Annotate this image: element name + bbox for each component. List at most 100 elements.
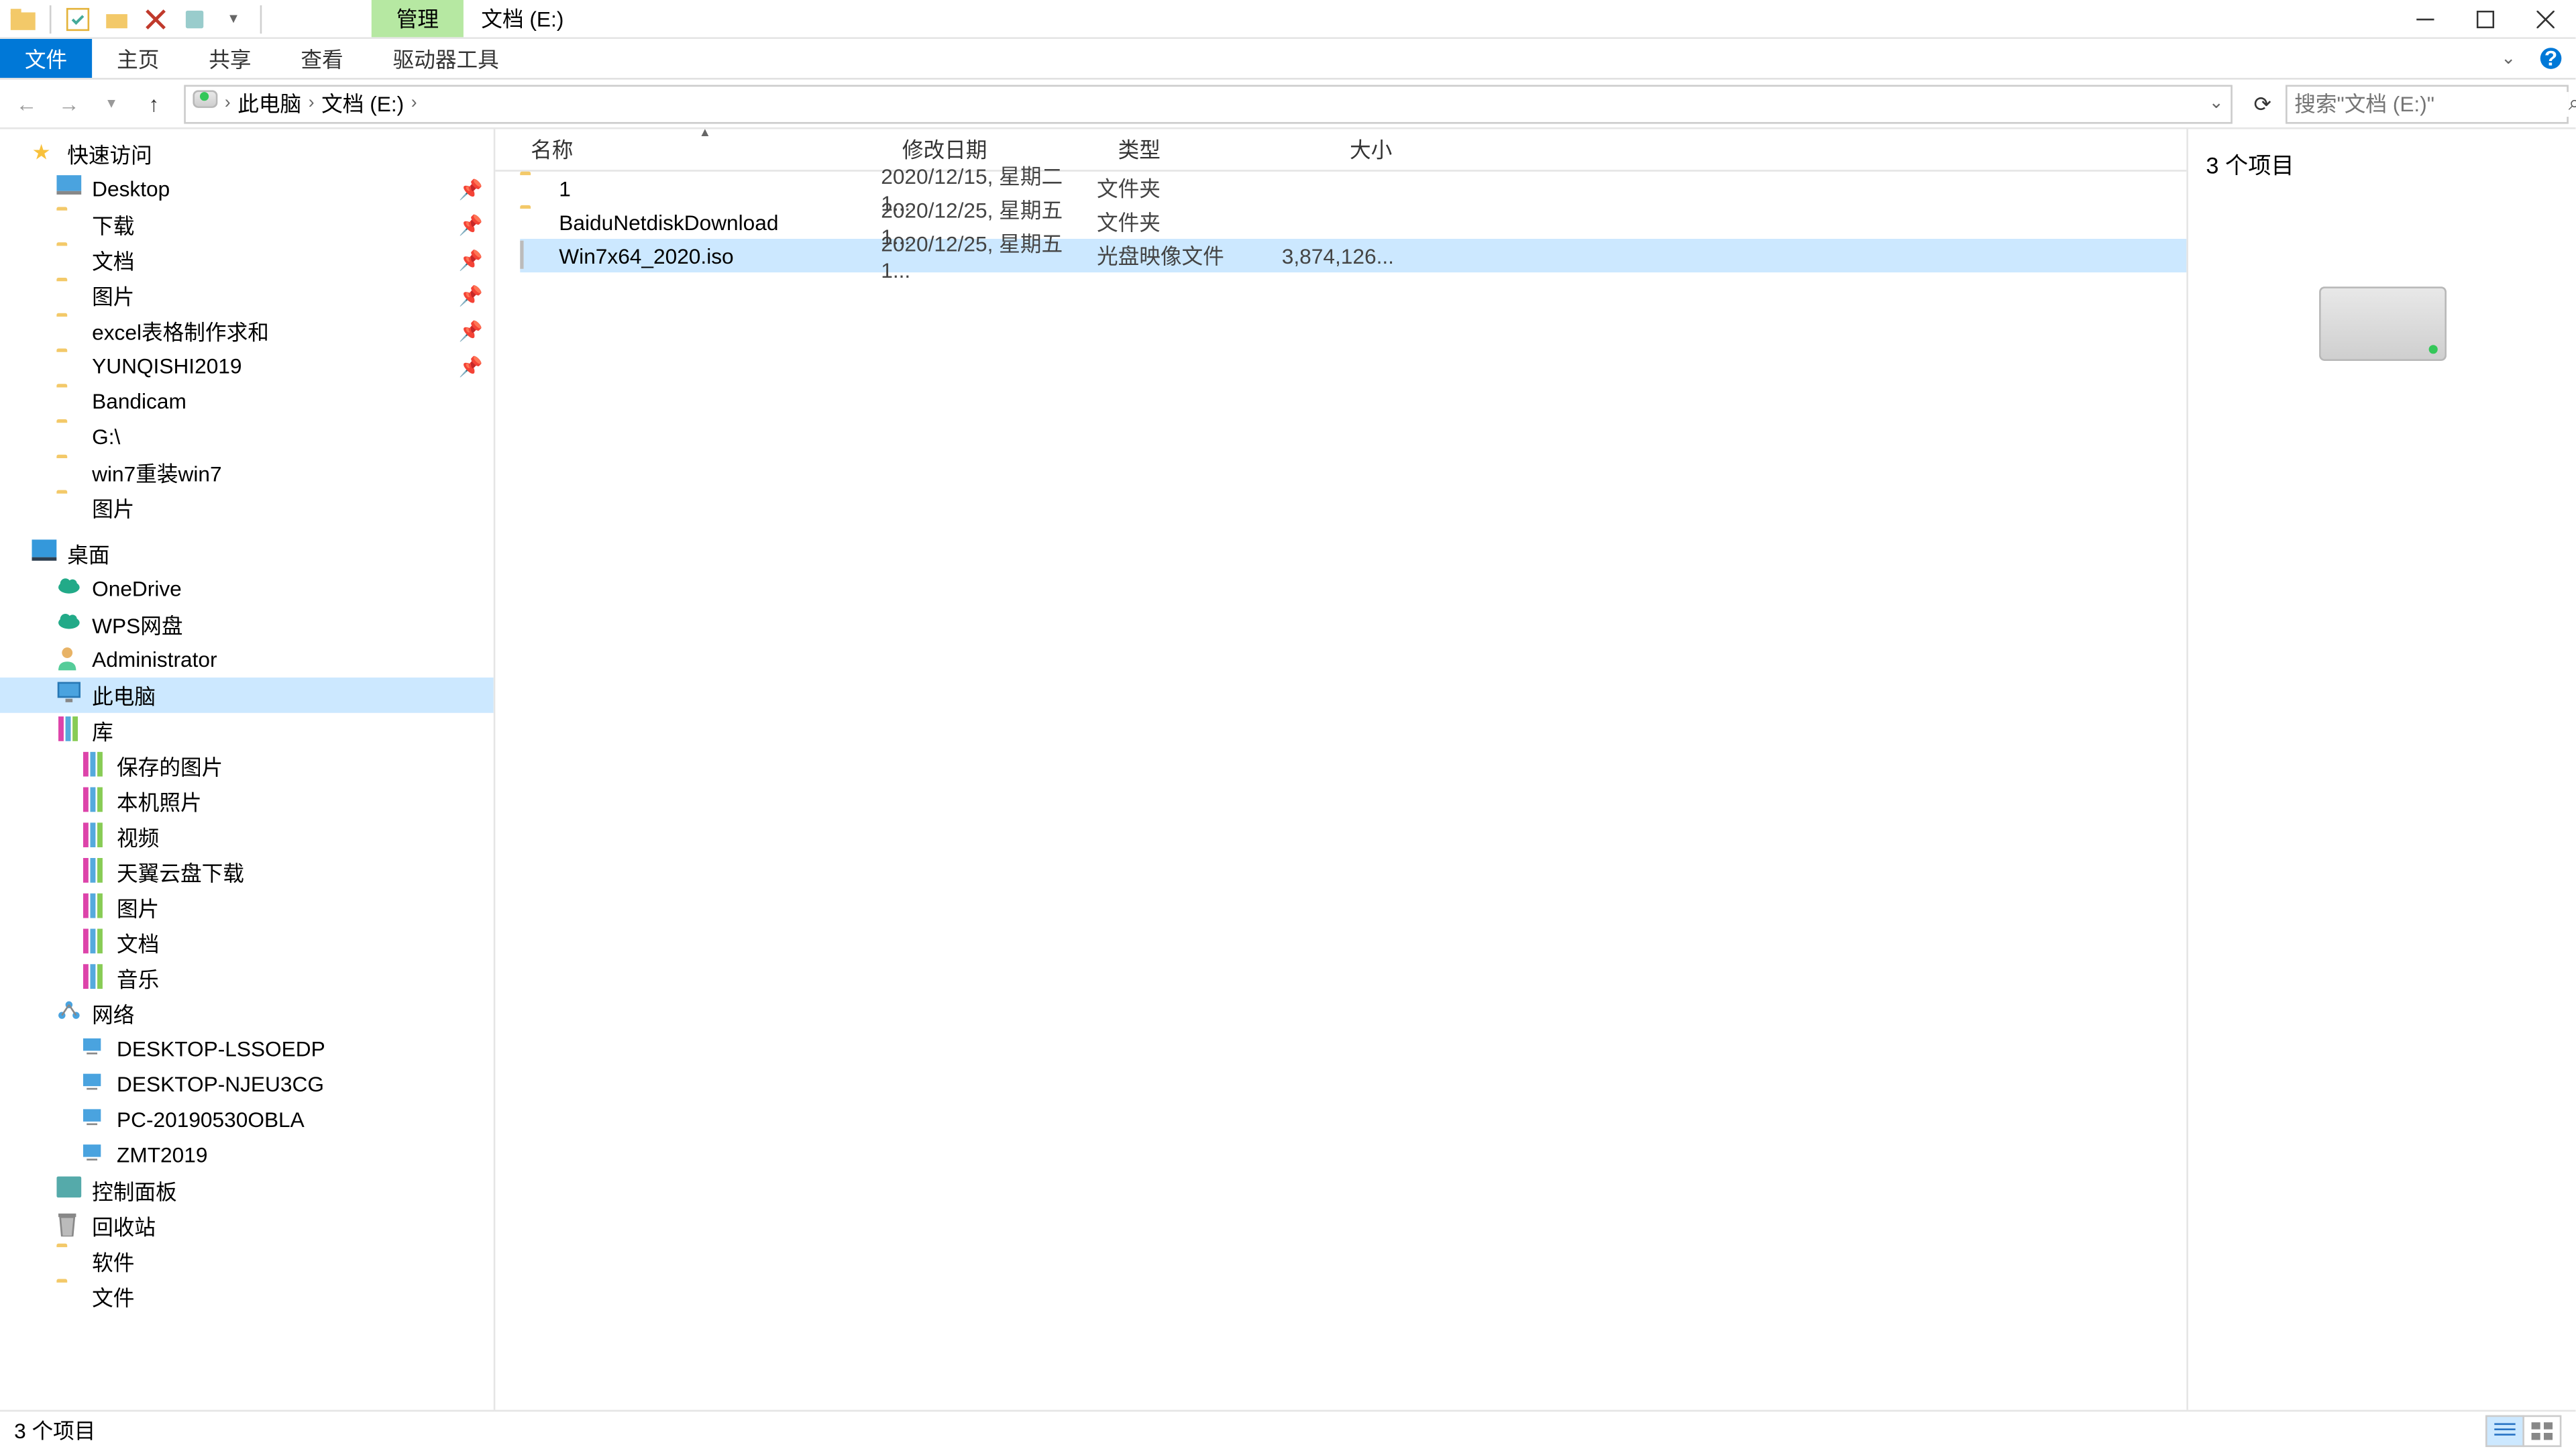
tree-item[interactable]: 天翼云盘下载 bbox=[0, 855, 494, 890]
columns-header: 名称 ▲ 修改日期 类型 大小 bbox=[495, 129, 2186, 172]
column-header-name[interactable]: 名称 ▲ bbox=[520, 129, 892, 170]
folder-icon bbox=[520, 208, 548, 236]
maximize-button[interactable] bbox=[2455, 0, 2516, 38]
details-view-button[interactable] bbox=[2485, 1414, 2524, 1446]
tree-item[interactable]: 文档 📌 bbox=[0, 242, 494, 278]
column-header-size[interactable]: 大小 bbox=[1281, 129, 1405, 170]
tree-quick-access[interactable]: ★ 快速访问 bbox=[0, 136, 494, 172]
tree-item[interactable]: 音乐 bbox=[0, 961, 494, 996]
back-button[interactable]: ← bbox=[7, 84, 46, 123]
delete-icon[interactable] bbox=[140, 3, 171, 34]
tree-item[interactable]: 回收站 bbox=[0, 1208, 494, 1244]
tree-label: 控制面板 bbox=[92, 1175, 483, 1205]
search-input[interactable] bbox=[2294, 91, 2569, 116]
file-name: 1 bbox=[559, 176, 571, 201]
svg-text:?: ? bbox=[2544, 46, 2557, 70]
refresh-button[interactable]: ⟳ bbox=[2243, 84, 2282, 123]
quick-access-toolbar: ▾ bbox=[0, 3, 266, 34]
rename-icon[interactable] bbox=[178, 3, 210, 34]
computer-icon bbox=[81, 1106, 109, 1134]
tree-item[interactable]: 保存的图片 bbox=[0, 748, 494, 784]
tree-item[interactable]: 下载 📌 bbox=[0, 207, 494, 243]
file-size: 3,874,126... bbox=[1270, 244, 1394, 268]
minimize-button[interactable] bbox=[2395, 0, 2455, 38]
tree-item[interactable]: DESKTOP-LSSOEDP bbox=[0, 1031, 494, 1067]
tree-label: Administrator bbox=[92, 647, 483, 672]
computer-icon bbox=[81, 1070, 109, 1098]
recent-dropdown[interactable]: ▾ bbox=[92, 84, 131, 123]
tree-item[interactable]: DESKTOP-NJEU3CG bbox=[0, 1067, 494, 1102]
properties-icon[interactable] bbox=[62, 3, 93, 34]
tree-item[interactable]: 本机照片 bbox=[0, 784, 494, 819]
breadcrumb-dropdown-icon[interactable]: ⌄ bbox=[2209, 94, 2224, 113]
ribbon-tab-home[interactable]: 主页 bbox=[92, 39, 184, 78]
tree-item[interactable]: G:\ bbox=[0, 419, 494, 455]
drive-thumbnail bbox=[2318, 286, 2446, 361]
library-icon bbox=[81, 822, 109, 851]
ribbon-tab-share[interactable]: 共享 bbox=[184, 39, 276, 78]
tree-item[interactable]: win7重装win7 bbox=[0, 455, 494, 490]
qat-dropdown-icon[interactable]: ▾ bbox=[217, 3, 249, 34]
window-controls bbox=[2395, 0, 2575, 38]
tree-item[interactable]: 文件 bbox=[0, 1279, 494, 1315]
file-row[interactable]: BaiduNetdiskDownload 2020/12/25, 星期五 1..… bbox=[520, 205, 2186, 239]
breadcrumb[interactable]: › 此电脑 › 文档 (E:) › ⌄ bbox=[184, 84, 2233, 123]
file-list[interactable]: 1 2020/12/15, 星期二 1... 文件夹 BaiduNetdiskD… bbox=[495, 172, 2186, 1410]
tree-item[interactable]: 此电脑 bbox=[0, 678, 494, 713]
forward-button[interactable]: → bbox=[50, 84, 89, 123]
help-icon[interactable]: ? bbox=[2526, 39, 2576, 78]
tree-item[interactable]: 图片 📌 bbox=[0, 278, 494, 313]
file-row[interactable]: 1 2020/12/15, 星期二 1... 文件夹 bbox=[520, 172, 2186, 205]
search-icon[interactable]: ⌕ bbox=[2569, 90, 2576, 117]
tree-item[interactable]: WPS网盘 bbox=[0, 606, 494, 642]
tree-network[interactable]: 网络 bbox=[0, 996, 494, 1032]
chevron-right-icon[interactable]: › bbox=[225, 94, 231, 113]
tree-label: 库 bbox=[92, 716, 483, 746]
tree-item[interactable]: 图片 bbox=[0, 890, 494, 925]
pin-icon: 📌 bbox=[459, 248, 483, 271]
close-button[interactable] bbox=[2516, 0, 2576, 38]
up-button[interactable]: ↑ bbox=[134, 84, 173, 123]
ribbon-tab-file[interactable]: 文件 bbox=[0, 39, 92, 78]
titlebar: ▾ 管理 文档 (E:) bbox=[0, 0, 2575, 39]
file-name-cell: BaiduNetdiskDownload bbox=[520, 208, 881, 236]
chevron-right-icon[interactable]: › bbox=[309, 94, 315, 113]
new-folder-icon[interactable] bbox=[101, 3, 132, 34]
tree-item[interactable]: 文档 bbox=[0, 925, 494, 961]
tree-item[interactable]: OneDrive bbox=[0, 572, 494, 607]
column-label: 名称 bbox=[531, 134, 573, 164]
chevron-right-icon[interactable]: › bbox=[411, 94, 417, 113]
tree-item[interactable]: PC-20190530OBLA bbox=[0, 1102, 494, 1138]
navigation-pane[interactable]: ★ 快速访问 Desktop 📌 下载 📌 文档 📌 图片 📌 excel表格制… bbox=[0, 129, 495, 1410]
tree-label: 桌面 bbox=[67, 539, 483, 569]
tree-item[interactable]: Administrator bbox=[0, 642, 494, 678]
tree-item[interactable]: YUNQISHI2019 📌 bbox=[0, 348, 494, 384]
column-header-type[interactable]: 类型 bbox=[1108, 129, 1281, 170]
tree-item[interactable]: excel表格制作求和 📌 bbox=[0, 313, 494, 349]
column-label: 大小 bbox=[1350, 134, 1392, 164]
tree-label: 软件 bbox=[92, 1246, 483, 1277]
app-icon bbox=[7, 3, 39, 34]
tree-item[interactable]: 控制面板 bbox=[0, 1173, 494, 1208]
file-row[interactable]: Win7x64_2020.iso 2020/12/25, 星期五 1... 光盘… bbox=[520, 239, 2186, 272]
tree-item[interactable]: 库 bbox=[0, 713, 494, 749]
breadcrumb-item[interactable]: 此电脑 bbox=[234, 89, 305, 119]
tree-item[interactable]: 软件 bbox=[0, 1244, 494, 1279]
tree-label: 此电脑 bbox=[92, 680, 483, 710]
tree-item[interactable]: 视频 bbox=[0, 819, 494, 855]
search-box[interactable]: ⌕ bbox=[2286, 84, 2569, 123]
titlebar-center: 管理 文档 (E:) bbox=[266, 0, 2396, 37]
thumbnails-view-button[interactable] bbox=[2522, 1414, 2561, 1446]
tree-item[interactable]: 图片 bbox=[0, 490, 494, 525]
tree-item[interactable]: Desktop 📌 bbox=[0, 172, 494, 207]
item-icon bbox=[56, 211, 85, 239]
breadcrumb-item[interactable]: 文档 (E:) bbox=[318, 89, 408, 119]
star-icon: ★ bbox=[32, 140, 60, 168]
ribbon-tab-view[interactable]: 查看 bbox=[276, 39, 368, 78]
ribbon-expand-icon[interactable]: ⌄ bbox=[2491, 39, 2526, 78]
ribbon-tab-drivetools[interactable]: 驱动器工具 bbox=[368, 39, 524, 78]
tree-item[interactable]: Bandicam bbox=[0, 384, 494, 419]
tree-item[interactable]: ZMT2019 bbox=[0, 1138, 494, 1173]
tree-desktop[interactable]: 桌面 bbox=[0, 536, 494, 572]
item-icon bbox=[56, 175, 85, 203]
